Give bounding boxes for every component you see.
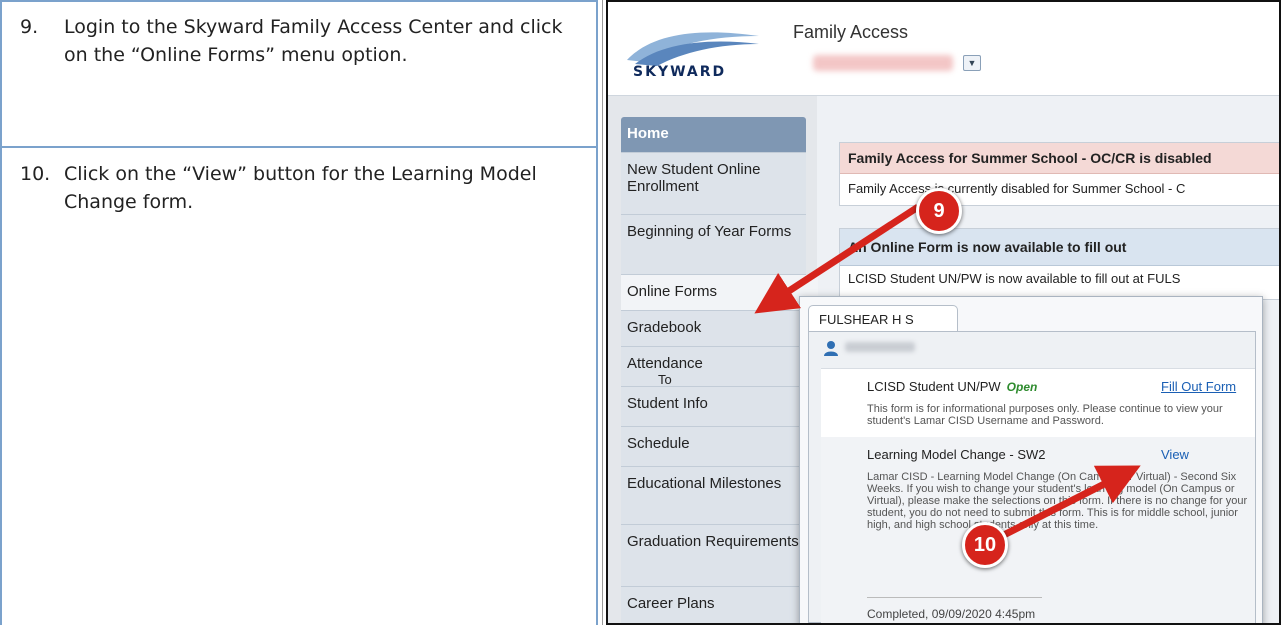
message-body: LCISD Student UN/PW is now available to …: [848, 271, 1181, 286]
message-title: An Online Form is now available to fill …: [840, 229, 1281, 266]
person-icon: [824, 341, 838, 356]
form-title: LCISD Student UN/PW: [867, 379, 1001, 394]
table-border-top: [0, 0, 598, 2]
step-number: 9.: [20, 16, 39, 38]
sidebar-item-attendance[interactable]: Attendance: [621, 347, 806, 387]
form-status-badge: Open: [1006, 380, 1038, 394]
online-forms-popup: FULSHEAR H S LCISD Student UN/PW Open Fil…: [799, 296, 1263, 625]
callout-badge-10: 10: [962, 522, 1008, 568]
student-dropdown-button[interactable]: ▼: [963, 55, 981, 71]
step-text: Click on the “View” button for the Learn…: [64, 163, 537, 213]
clipped-text: To: [658, 372, 672, 387]
school-tab[interactable]: FULSHEAR H S: [808, 305, 958, 332]
sidebar-item-student-info[interactable]: Student Info: [621, 387, 806, 427]
sidebar-item-home[interactable]: Home: [621, 117, 806, 153]
table-row-divider: [0, 146, 598, 148]
student-name-redacted: [845, 342, 915, 352]
message-title: Family Access for Summer School - OC/CR …: [840, 143, 1281, 174]
online-form-message: An Online Form is now available to fill …: [839, 228, 1281, 300]
skyward-logo-text: SKYWARD: [633, 64, 727, 80]
step-number: 10.: [20, 163, 51, 185]
view-button[interactable]: View: [1161, 447, 1189, 462]
app-header: SKYWARD Family Access ▼: [607, 0, 1281, 96]
completed-timestamp: Completed, 09/09/2020 4:45pm: [867, 607, 1036, 621]
callout-badge-9: 9: [916, 188, 962, 234]
table-border-left: [0, 0, 2, 625]
forms-list: LCISD Student UN/PW Open Fill Out Form Th…: [821, 368, 1255, 623]
instruction-table: 9. Login to the Skyward Family Access Ce…: [0, 0, 598, 625]
message-body: Family Access is currently disabled for …: [848, 181, 1186, 196]
sidebar-item-educational-milestones[interactable]: Educational Milestones: [621, 467, 806, 525]
form-title: Learning Model Change - SW2: [867, 447, 1046, 462]
app-title: Family Access: [793, 22, 909, 42]
student-name-redacted: [813, 55, 953, 71]
sidebar-item-online-forms[interactable]: Online Forms: [621, 275, 818, 311]
form-title-row: LCISD Student UN/PW Open: [867, 379, 1037, 394]
summer-school-message: Family Access for Summer School - OC/CR …: [839, 142, 1281, 206]
sidebar-item-graduation-requirements[interactable]: Graduation Requirements: [621, 525, 806, 587]
sidebar-item-gradebook[interactable]: Gradebook: [621, 311, 806, 347]
table-border-right: [596, 0, 598, 625]
form-description: Lamar CISD - Learning Model Change (On C…: [867, 471, 1248, 531]
divider: [867, 597, 1042, 598]
popup-panel: LCISD Student UN/PW Open Fill Out Form Th…: [808, 331, 1256, 623]
list-item: Learning Model Change - SW2 View Lamar C…: [821, 437, 1255, 623]
step-text: Login to the Skyward Family Access Cente…: [64, 16, 563, 66]
skyward-screenshot: SKYWARD Family Access ▼ Home New Student…: [602, 0, 1281, 625]
sidebar-nav: Home New Student Online Enrollment Begin…: [621, 117, 818, 625]
sidebar-item-career-plans[interactable]: Career Plans: [621, 587, 806, 625]
sidebar-item-beginning-of-year-forms[interactable]: Beginning of Year Forms: [621, 215, 806, 275]
list-item: LCISD Student UN/PW Open Fill Out Form Th…: [821, 369, 1255, 437]
sidebar-item-schedule[interactable]: Schedule: [621, 427, 806, 467]
form-description: This form is for informational purposes …: [867, 403, 1223, 427]
fill-out-form-link[interactable]: Fill Out Form: [1161, 379, 1236, 394]
sidebar-item-new-student-enrollment[interactable]: New Student Online Enrollment: [621, 153, 806, 215]
